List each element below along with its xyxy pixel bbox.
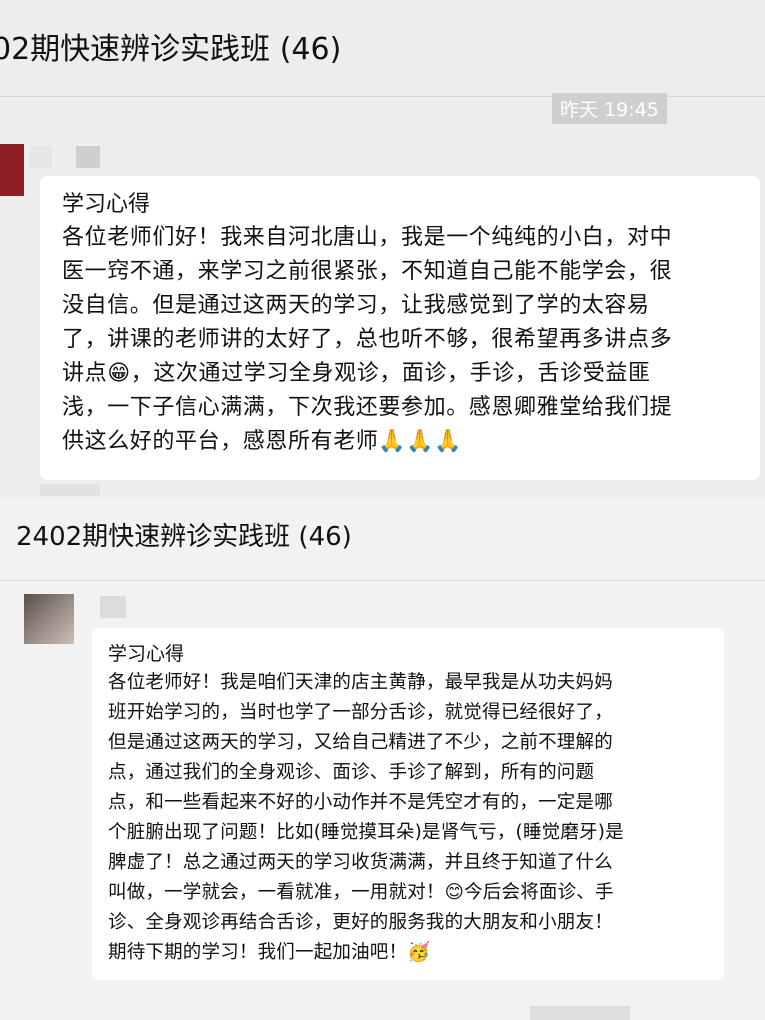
message-line: 叫做，一学就会，一看就准，一用就对！😊今后会将面诊、手 bbox=[108, 882, 614, 903]
message-line: 班开始学习的，当时也学了一部分舌诊，就觉得已经很好了， bbox=[108, 702, 613, 723]
next-sender-blurred bbox=[40, 484, 100, 496]
message-line: 没自信。但是通过这两天的学习，让我感觉到了学的太容易 bbox=[62, 293, 650, 318]
header-divider bbox=[0, 580, 765, 581]
message-line: 供这么好的平台，感恩所有老师🙏🙏🙏 bbox=[62, 429, 463, 454]
message-line: 了，讲课的老师讲的太好了，总也听不够，很希望再多讲点多 bbox=[62, 327, 673, 352]
chat-screenshot-2: 2402期快速辨诊实践班 (46) 学习心得 各位老师好！我是咱们天津的店主黄静… bbox=[0, 498, 765, 1020]
message-line: 各位老师们好！我来自河北唐山，我是一个纯纯的小白，对中 bbox=[62, 225, 673, 250]
avatar[interactable] bbox=[0, 144, 24, 196]
message-line: 脾虚了！总之通过两天的学习收货满满，并且终于知道了什么 bbox=[108, 852, 613, 873]
chat-title[interactable]: 2402期快速辨诊实践班 (46) bbox=[16, 516, 352, 553]
message-line: 各位老师好！我是咱们天津的店主黄静，最早我是从功夫妈妈 bbox=[108, 672, 613, 693]
message-bubble[interactable]: 学习心得 各位老师们好！我来自河北唐山，我是一个纯纯的小白，对中 医一窍不通，来… bbox=[40, 176, 760, 480]
chat-title[interactable]: 02期快速辨诊实践班 (46) bbox=[0, 24, 341, 68]
message-line: 讲点😁，这次通过学习全身观诊，面诊，手诊，舌诊受益匪 bbox=[62, 361, 651, 386]
avatar[interactable] bbox=[24, 594, 74, 644]
message-heading: 学习心得 bbox=[62, 192, 151, 217]
message-bubble[interactable]: 学习心得 各位老师好！我是咱们天津的店主黄静，最早我是从功夫妈妈 班开始学习的，… bbox=[92, 628, 724, 980]
message-line: 点，和一些看起来不好的小动作并不是凭空才有的，一定是哪 bbox=[108, 792, 613, 813]
message-line: 点，通过我们的全身观诊、面诊、手诊了解到，所有的问题 bbox=[108, 762, 595, 783]
message-line: 个脏腑出现了问题！比如(睡觉摸耳朵)是肾气亏，(睡觉磨牙)是 bbox=[108, 822, 624, 843]
message-line: 诊、全身观诊再结合舌诊，更好的服务我的大朋友和小朋友！ bbox=[108, 912, 613, 933]
sender-name-blurred bbox=[100, 596, 126, 618]
message-line: 但是通过这两天的学习，又给自己精进了不少，之前不理解的 bbox=[108, 732, 613, 753]
message-heading: 学习心得 bbox=[108, 643, 185, 665]
sender-name-blurred bbox=[76, 146, 100, 168]
sender-name-blurred bbox=[30, 146, 52, 168]
message-line: 期待下期的学习！我们一起加油吧！🥳 bbox=[108, 942, 431, 963]
message-line: 浅，一下子信心满满，下次我还要参加。感恩卿雅堂给我们提 bbox=[62, 395, 673, 420]
message-line: 医一窍不通，来学习之前很紧张，不知道自己能不能学会，很 bbox=[62, 259, 673, 284]
chat-screenshot-1: 02期快速辨诊实践班 (46) 昨天 19:45 学习心得 各位老师们好！我来自… bbox=[0, 0, 765, 498]
next-timestamp-blurred bbox=[530, 1006, 630, 1020]
message-timestamp: 昨天 19:45 bbox=[552, 93, 667, 124]
